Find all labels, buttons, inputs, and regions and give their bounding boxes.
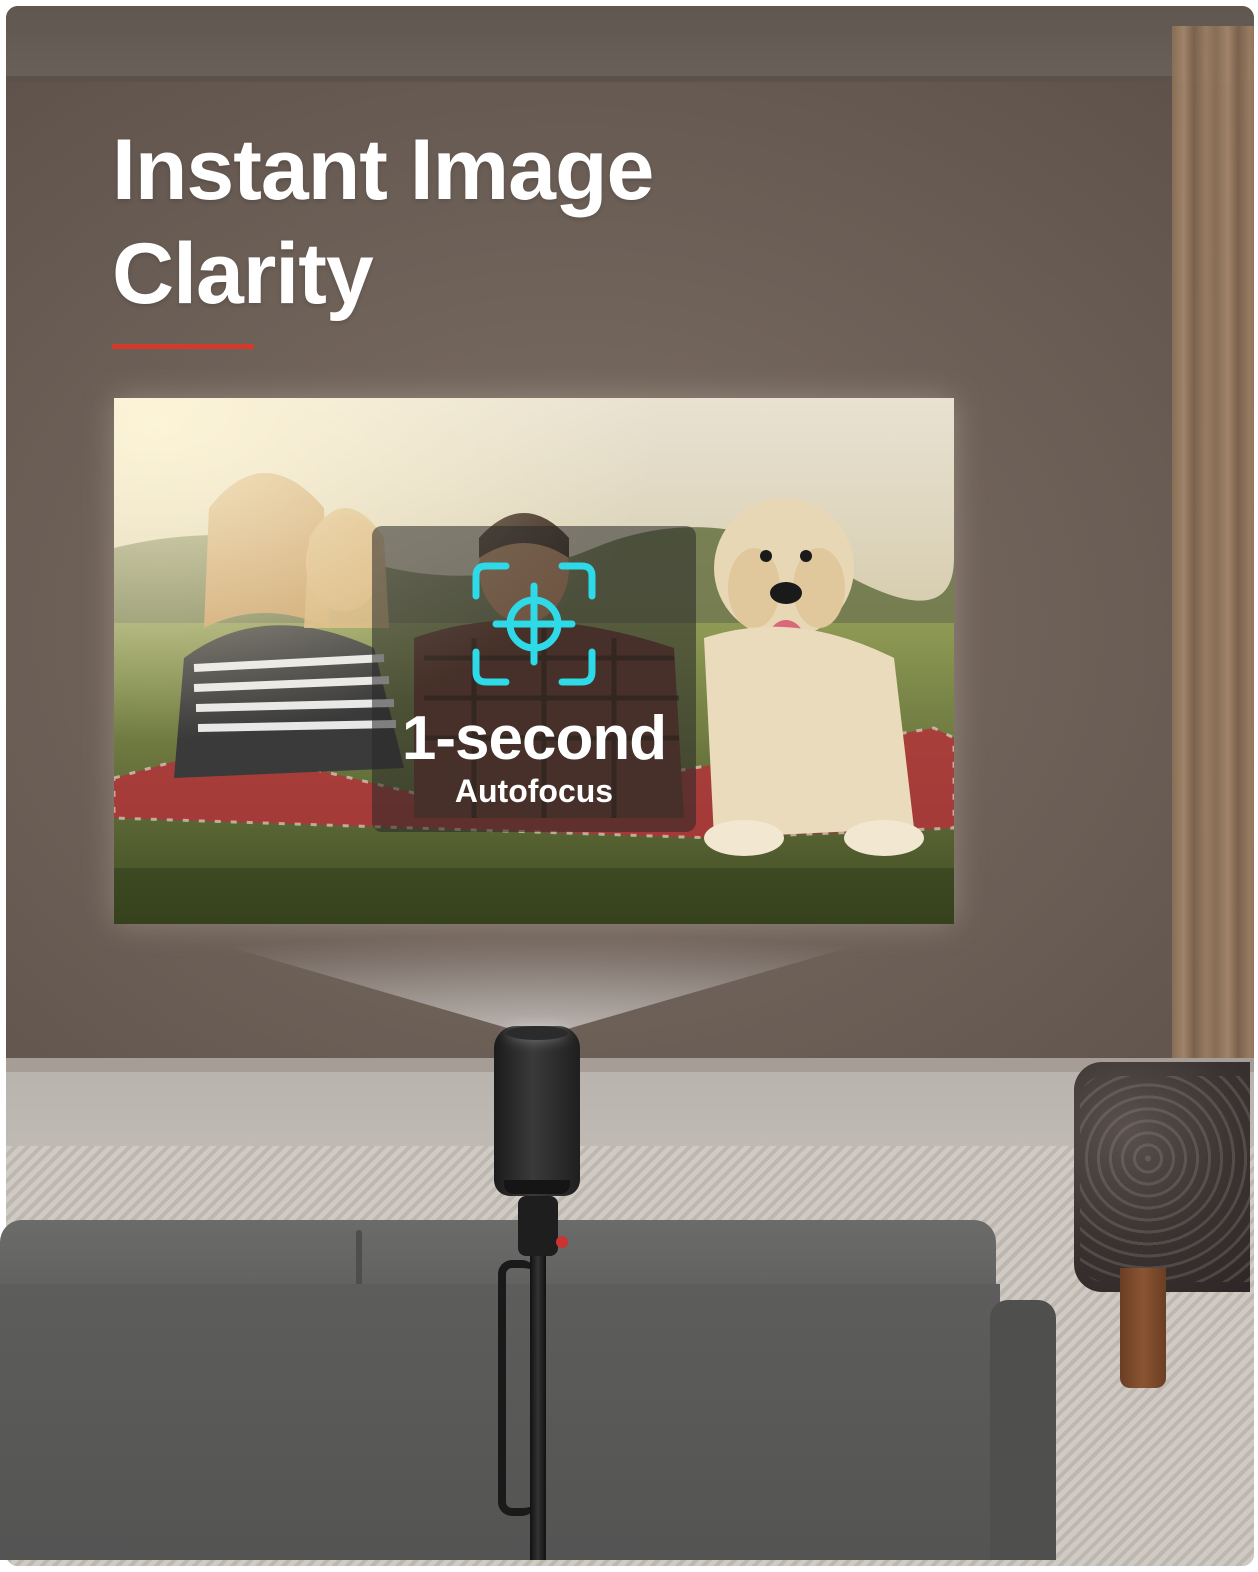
projector-lens-icon — [506, 1026, 568, 1040]
headline-title: Instant Image Clarity — [112, 122, 654, 322]
ceiling — [6, 6, 1254, 80]
projected-image: 1-second Autofocus — [114, 398, 954, 924]
ottoman-leg — [1120, 1268, 1166, 1388]
tripod-knob — [556, 1236, 568, 1248]
projector-device — [494, 1026, 580, 1196]
tripod-ball-head — [518, 1196, 558, 1256]
sofa-arm — [990, 1300, 1056, 1560]
autofocus-feature-panel: 1-second Autofocus — [372, 526, 696, 832]
autofocus-target-icon — [472, 562, 596, 686]
autofocus-label: Autofocus — [454, 773, 614, 809]
curtain — [1172, 26, 1254, 1076]
ottoman-damask-pattern — [1080, 1076, 1250, 1282]
projector-base — [504, 1180, 570, 1194]
ceiling-molding — [6, 76, 1176, 82]
tripod-pole — [530, 1256, 546, 1560]
baseboard — [6, 1058, 1254, 1072]
title-accent-line — [112, 344, 254, 349]
autofocus-time-value: 1-second — [401, 704, 667, 773]
